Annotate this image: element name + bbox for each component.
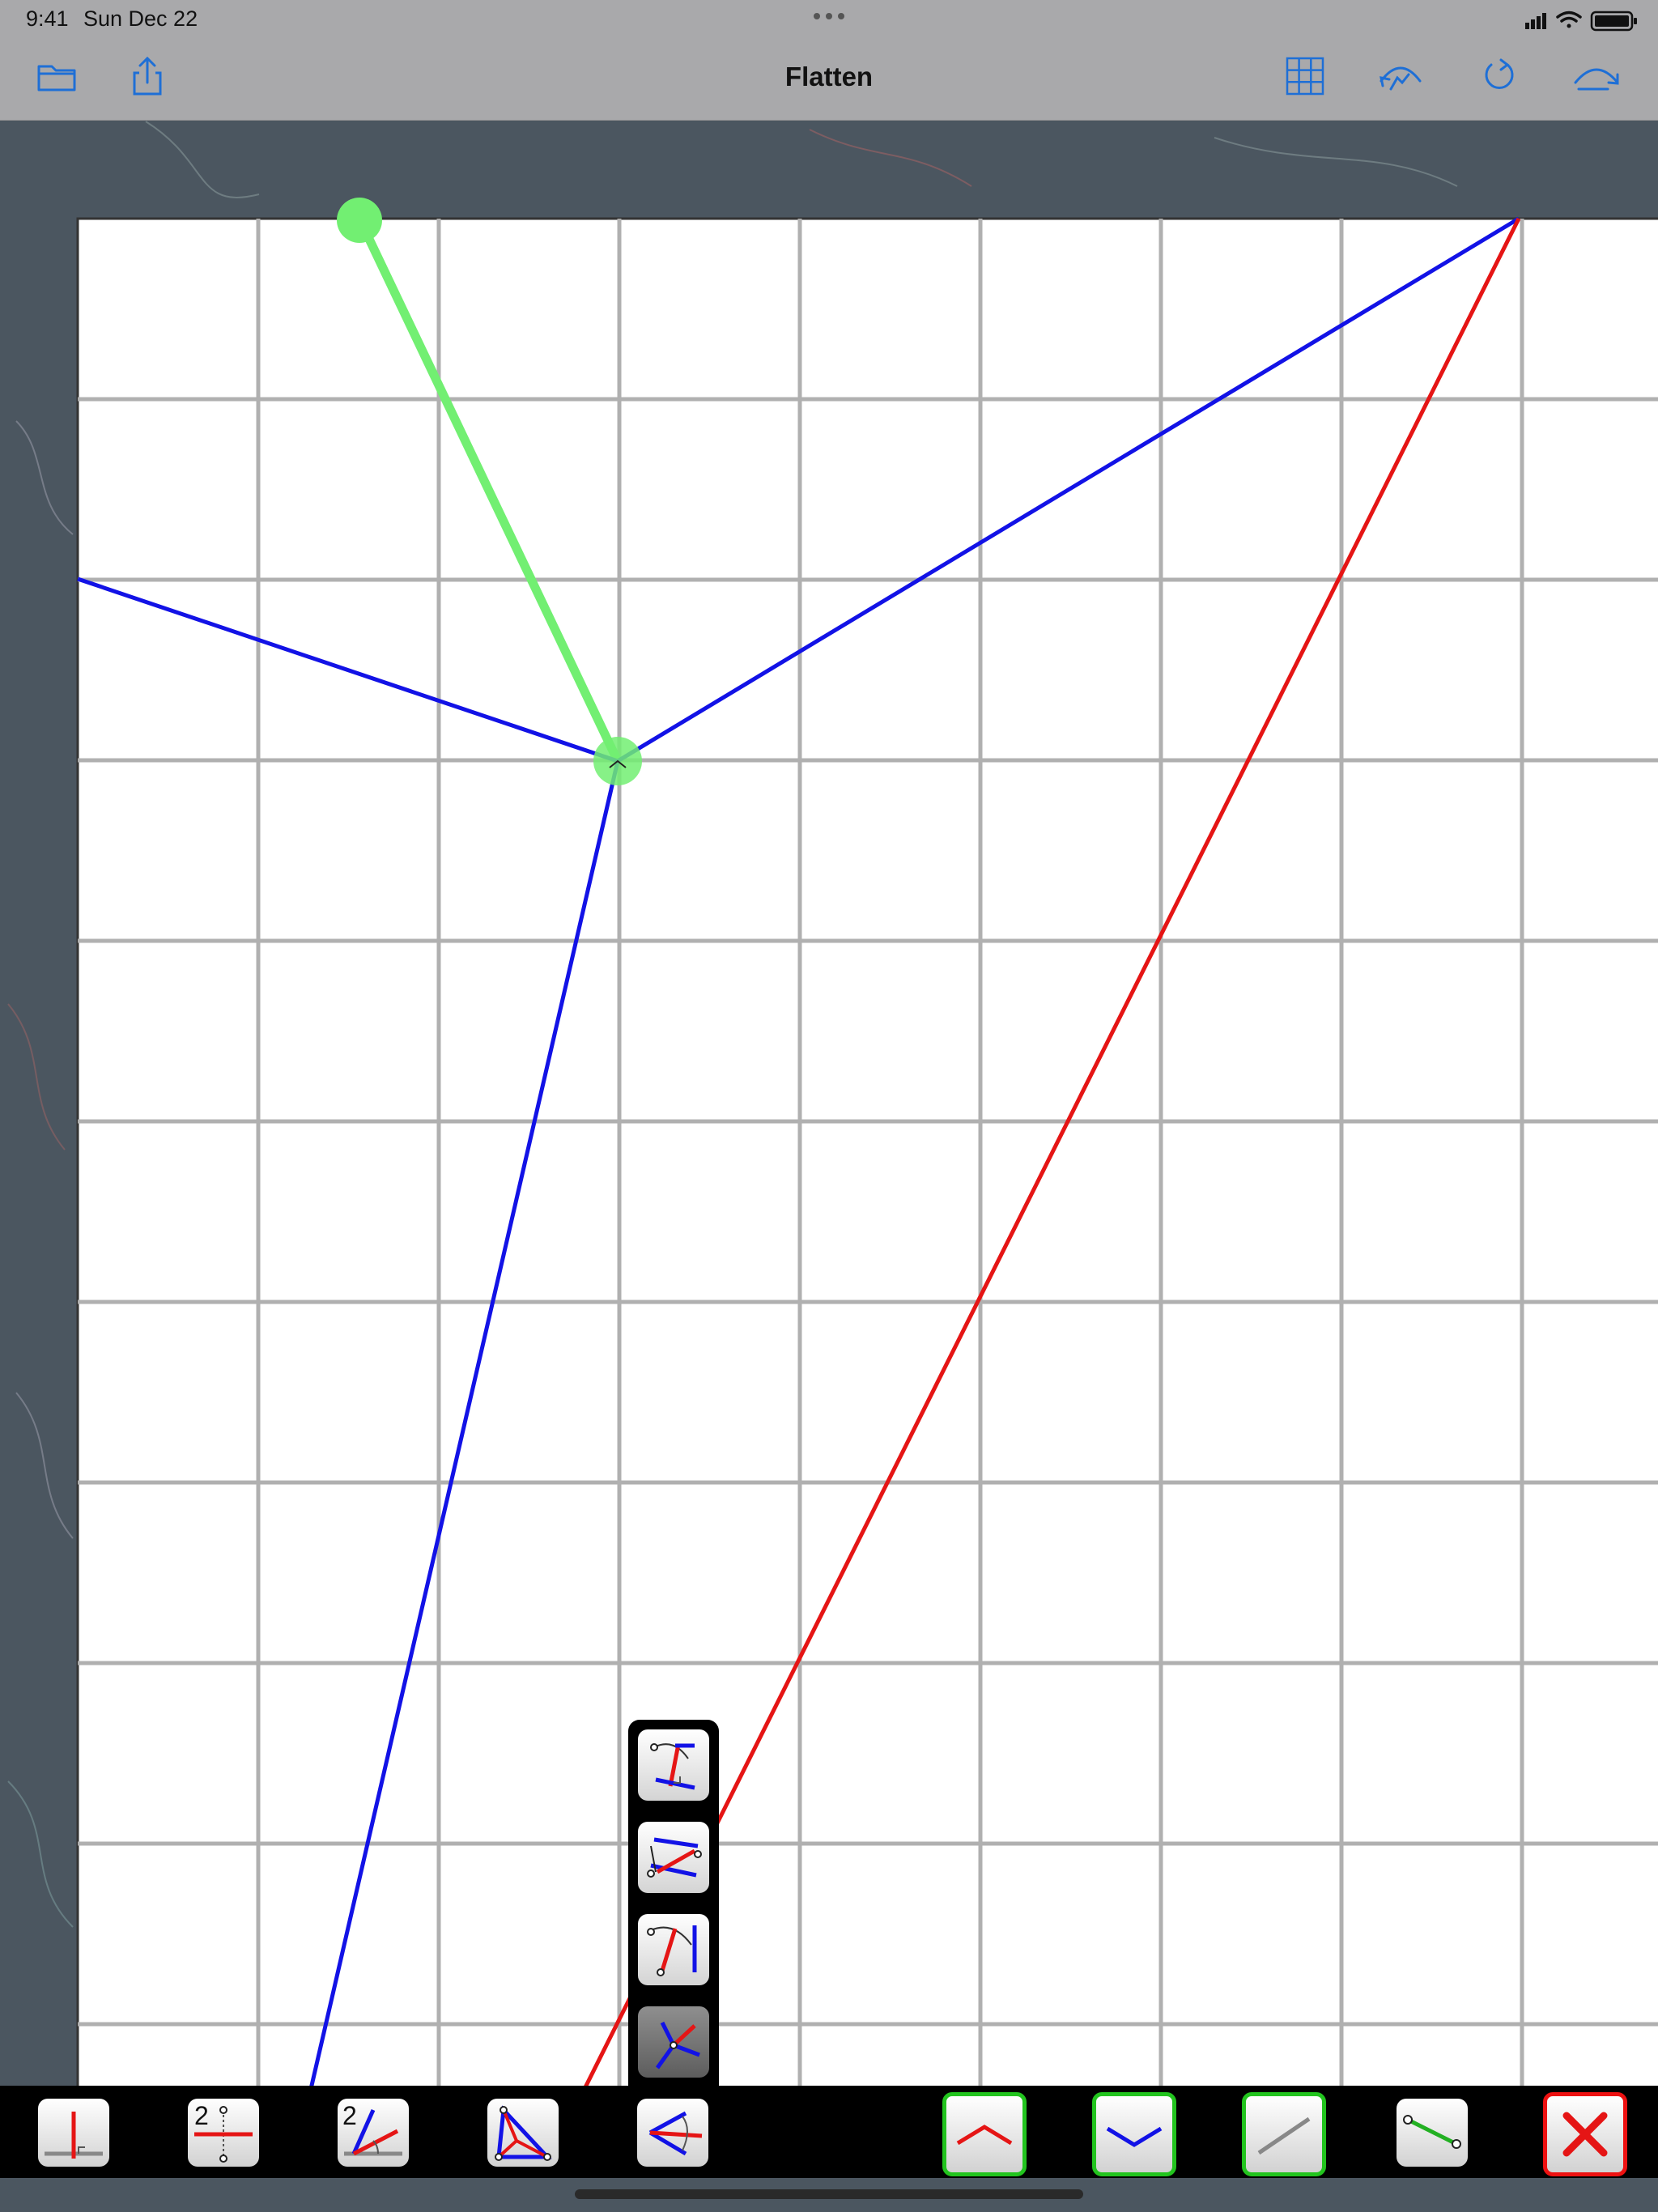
crease-pattern-canvas[interactable] xyxy=(0,0,1658,2212)
flat-fold-toggle[interactable] xyxy=(1242,2092,1326,2176)
bottom-toolbar: 2 2 xyxy=(0,2086,1658,2178)
angle-bisector-tool[interactable]: 2 xyxy=(338,2099,409,2167)
paper-sheet xyxy=(76,217,1658,2091)
delete-button[interactable] xyxy=(1543,2092,1627,2176)
home-indicator xyxy=(575,2189,1083,2199)
fold-tool-popup xyxy=(628,1720,719,2099)
perpendicular-tool[interactable] xyxy=(38,2099,109,2167)
point-to-line-tool[interactable] xyxy=(637,2099,708,2167)
segment-tool[interactable] xyxy=(1397,2099,1468,2167)
midpoint-tool[interactable]: 2 xyxy=(188,2099,259,2167)
incenter-tool[interactable] xyxy=(487,2099,559,2167)
mountain-fold-toggle[interactable] xyxy=(942,2092,1027,2176)
svg-text:2: 2 xyxy=(342,2101,357,2130)
parallel-fold-tool[interactable] xyxy=(638,1822,709,1893)
angle-to-line-tool[interactable] xyxy=(638,1914,709,1985)
perpendicular-bisector-tool[interactable] xyxy=(638,1729,709,1801)
valley-fold-toggle[interactable] xyxy=(1092,2092,1176,2176)
trisector-tool[interactable] xyxy=(638,2006,709,2078)
svg-text:2: 2 xyxy=(194,2101,209,2130)
selected-endpoint-top[interactable] xyxy=(337,198,382,243)
